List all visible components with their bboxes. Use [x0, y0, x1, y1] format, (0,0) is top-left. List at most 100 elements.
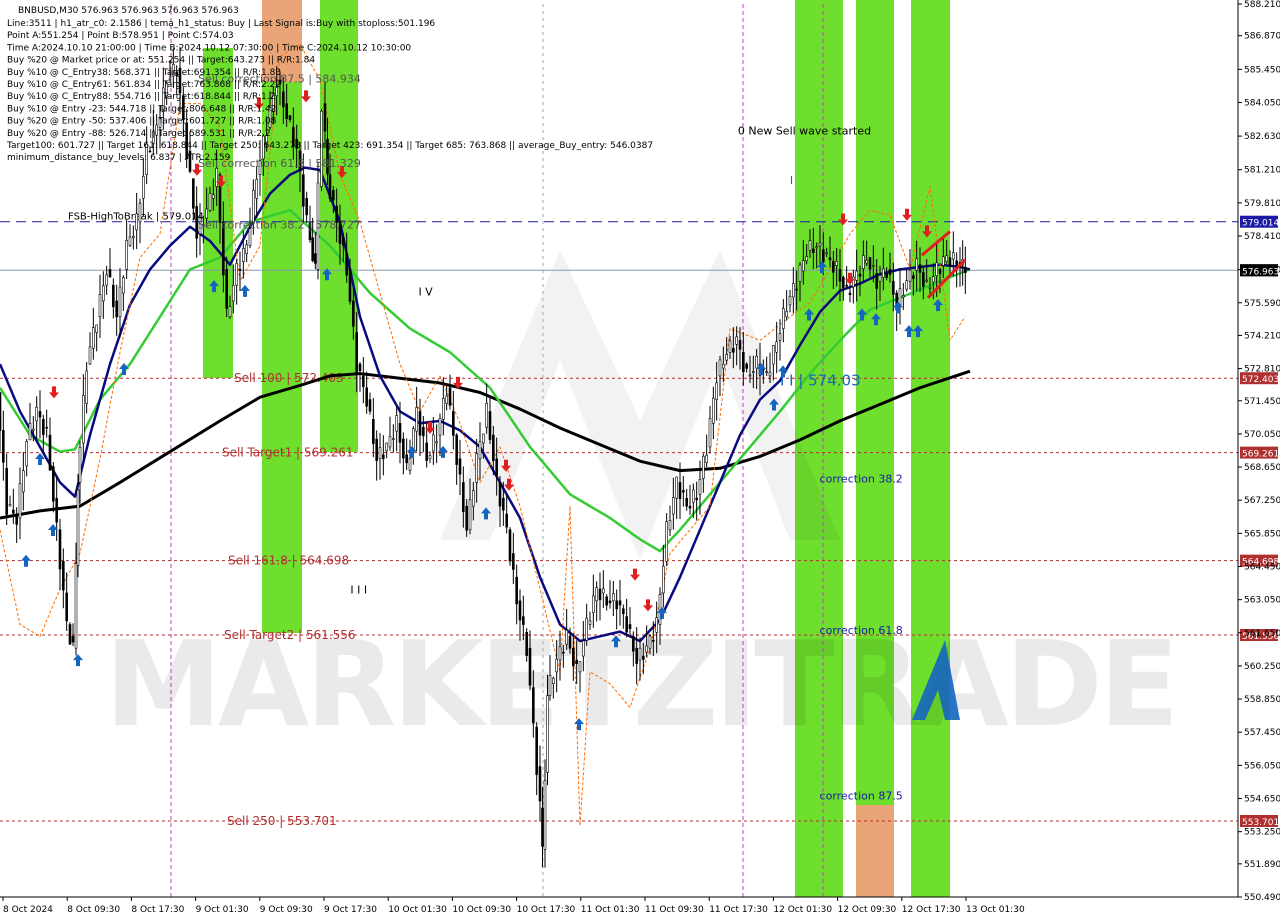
- candle-body: [255, 179, 258, 199]
- candle-body: [628, 624, 632, 629]
- y-tick-label: 581.210: [1244, 166, 1280, 176]
- candle-body: [765, 371, 768, 373]
- candle-body: [932, 276, 935, 283]
- info-line: minimum_distance_buy_levels: 6.837 | ATR…: [7, 153, 231, 163]
- candle-body: [71, 636, 75, 643]
- candle-body: [302, 174, 305, 207]
- candle-body: [532, 687, 535, 724]
- candle-body: [508, 529, 512, 562]
- chart-window[interactable]: MARKETZITRADE FSB-HighToBreak | 579.014 5…: [0, 0, 1280, 920]
- candle-body: [875, 273, 878, 289]
- candle-body: [552, 678, 555, 684]
- y-tick-label: 564.450: [1244, 563, 1280, 573]
- candle-body: [925, 279, 928, 282]
- info-line: Time A:2024.10.10 21:00:00 | Time B:2024…: [6, 43, 411, 53]
- candle-body: [565, 629, 568, 645]
- candle-body: [605, 596, 608, 606]
- candle-body: [832, 261, 835, 273]
- candle-body: [792, 283, 795, 298]
- candle-body: [541, 807, 544, 847]
- y-tick-label: 582.630: [1244, 132, 1280, 142]
- candle-body: [252, 189, 255, 223]
- candle-body: [848, 292, 852, 295]
- x-tick-label: 8 Oct 17:30: [131, 905, 184, 915]
- candle-body: [68, 624, 72, 645]
- candle-body: [952, 252, 955, 260]
- candle-body: [0, 392, 2, 431]
- candle-body: [955, 260, 958, 267]
- candle-body: [855, 270, 858, 281]
- candle-body: [232, 285, 235, 302]
- y-tick-label: 558.850: [1244, 695, 1280, 705]
- x-tick-label: 12 Oct 09:30: [838, 905, 897, 915]
- price-label: 579.014: [1242, 219, 1279, 229]
- candle-body: [912, 275, 915, 279]
- candle-body: [355, 332, 358, 373]
- candle-body: [392, 438, 395, 440]
- candle-body: [408, 458, 412, 471]
- candle-body: [502, 497, 505, 511]
- candle-body: [598, 588, 602, 601]
- candle-body: [618, 600, 622, 606]
- candle-body: [645, 645, 648, 653]
- candle-body: [375, 438, 378, 461]
- candle-body: [472, 490, 475, 507]
- candle-body: [788, 296, 792, 306]
- candle-body: [402, 438, 405, 459]
- candle-body: [115, 300, 118, 318]
- candle-body: [82, 395, 85, 444]
- annotation-text: correction 38.2: [820, 472, 903, 485]
- annotation-text: I I I: [350, 584, 367, 597]
- candle-body: [702, 455, 705, 479]
- annotation-text: 0 New Sell wave started: [738, 124, 871, 137]
- candle-body: [602, 588, 605, 594]
- candle-body: [878, 274, 882, 282]
- candle-body: [778, 333, 782, 341]
- x-tick-label: 11 Oct 01:30: [581, 905, 640, 915]
- candle-body: [638, 647, 642, 661]
- candle-body: [655, 617, 658, 633]
- candle-body: [725, 354, 728, 361]
- y-tick-label: 584.050: [1244, 98, 1280, 108]
- candle-body: [562, 651, 565, 654]
- candle-body: [382, 454, 385, 460]
- candle-body: [938, 269, 942, 274]
- candle-body: [345, 253, 348, 276]
- candle-body: [435, 441, 438, 444]
- candle-body: [888, 269, 892, 275]
- candle-body: [22, 470, 25, 493]
- y-tick-label: 563.050: [1244, 596, 1280, 606]
- x-tick-label: 12 Oct 17:30: [902, 905, 961, 915]
- level-text: Sell 250 | 553.701: [227, 814, 337, 828]
- candle-body: [538, 766, 542, 802]
- candle-body: [908, 269, 912, 282]
- candle-body: [242, 248, 245, 262]
- y-tick-label: 567.250: [1244, 496, 1280, 506]
- y-tick-label: 574.210: [1244, 331, 1280, 341]
- candle-body: [805, 256, 808, 262]
- info-line: Buy %10 @ C_Entry61: 561.834 || Target:7…: [7, 80, 281, 90]
- candle-body: [362, 375, 365, 387]
- candle-body: [35, 406, 38, 422]
- y-tick-label: 557.450: [1244, 728, 1280, 738]
- candle-body: [625, 616, 628, 633]
- candle-body: [708, 418, 712, 448]
- candle-body: [102, 285, 105, 302]
- candle-body: [95, 324, 98, 333]
- info-line: Buy %10 @ Entry -23: 544.718 || Target:8…: [7, 104, 276, 114]
- candle-body: [668, 520, 672, 531]
- candle-body: [862, 255, 865, 269]
- y-tick-label: 585.450: [1244, 65, 1280, 75]
- candle-body: [528, 647, 532, 686]
- annotation-text: I: [790, 174, 793, 187]
- annotation-text: correction 87.5: [820, 790, 903, 803]
- candle-body: [492, 434, 495, 462]
- candle-body: [828, 257, 832, 261]
- candle-body: [305, 198, 308, 216]
- candle-body: [578, 661, 582, 673]
- candle-body: [208, 193, 212, 211]
- candle-body: [128, 236, 132, 247]
- candle-body: [122, 277, 125, 294]
- candle-body: [55, 497, 58, 523]
- price-chart[interactable]: MARKETZITRADE FSB-HighToBreak | 579.0145…: [0, 0, 1280, 920]
